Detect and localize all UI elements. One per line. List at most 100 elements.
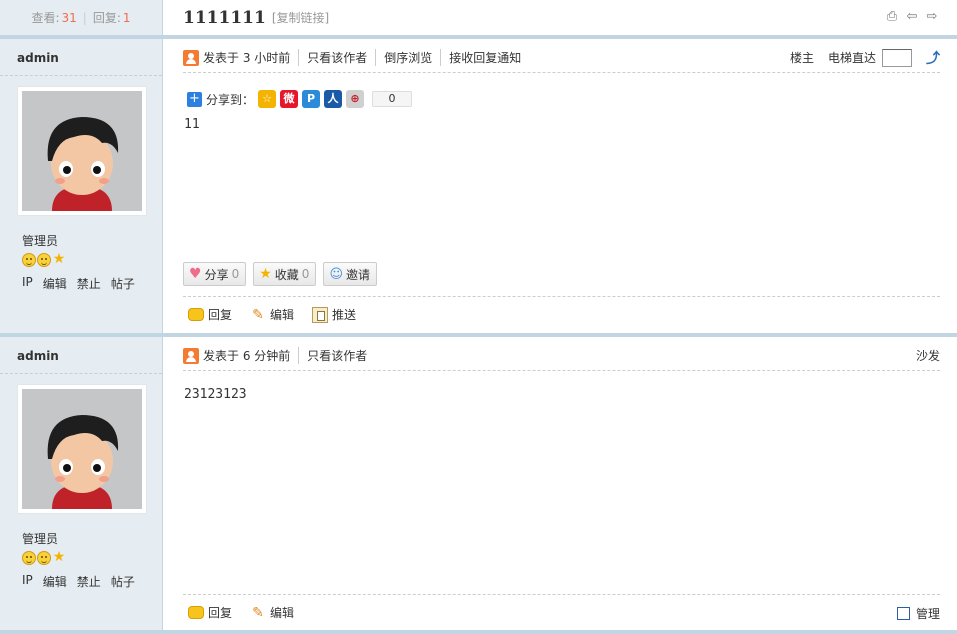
favorite-button[interactable]: ★ 收藏 0 bbox=[253, 262, 317, 286]
thread-stats: 查看: 31 | 回复: 1 bbox=[0, 0, 163, 35]
ip-link[interactable]: IP bbox=[22, 573, 33, 590]
manage-checkbox[interactable]: 管理 bbox=[896, 605, 940, 622]
ban-link[interactable]: 禁止 bbox=[77, 275, 101, 292]
renren-icon[interactable]: 人 bbox=[324, 90, 343, 108]
heart-icon: ♥ bbox=[189, 266, 202, 282]
jump-input[interactable] bbox=[882, 48, 912, 67]
share-button-label: 分享 bbox=[204, 267, 229, 282]
posts-link[interactable]: 帖子 bbox=[111, 573, 135, 590]
poster-icon bbox=[183, 49, 199, 66]
star-icon: ★ bbox=[52, 251, 66, 267]
only-author-link[interactable]: 只看该作者 bbox=[298, 49, 375, 66]
edit-button[interactable]: ✎ 编辑 bbox=[250, 306, 294, 323]
avatar[interactable] bbox=[17, 384, 147, 514]
share-count: 0 bbox=[372, 91, 413, 107]
share-more-icon[interactable]: ⊕ bbox=[346, 90, 365, 108]
push-button[interactable]: 推送 bbox=[312, 306, 356, 323]
checkbox-icon[interactable] bbox=[896, 607, 910, 620]
edit-button[interactable]: ✎ 编辑 bbox=[250, 604, 294, 621]
floor-label: 楼主 bbox=[789, 51, 814, 65]
smile-icon bbox=[37, 253, 51, 267]
share-bar: + 分享到： ☆ 微 P 人 ⊕ 0 bbox=[187, 90, 413, 108]
smile-icon bbox=[22, 551, 36, 565]
post-time: 发表于 6 分钟前 bbox=[203, 349, 291, 363]
author-panel: admin 管理员 ★ IP 编辑 禁止 帖子 bbox=[0, 337, 163, 634]
divider-band bbox=[0, 630, 957, 634]
reverse-order-link[interactable]: 倒序浏览 bbox=[375, 49, 440, 66]
share-button[interactable]: ♥ 分享 0 bbox=[183, 262, 247, 286]
post-footer-divider bbox=[183, 594, 940, 595]
replies-count: 1 bbox=[122, 10, 131, 25]
post-footer-divider bbox=[183, 296, 940, 297]
edit-user-link[interactable]: 编辑 bbox=[43, 573, 67, 590]
escalator-icon[interactable]: ⤴ bbox=[926, 48, 940, 68]
post-content: 23123123 bbox=[184, 387, 247, 402]
reply-button[interactable]: 回复 bbox=[188, 604, 232, 621]
post-buttons: ♥ 分享 0 ★ 收藏 0 ☺ 邀请 bbox=[183, 262, 378, 286]
views-label: 查看: bbox=[31, 11, 60, 25]
user-rank: ★ bbox=[22, 251, 66, 267]
smile-icon bbox=[37, 551, 51, 565]
smile-icon bbox=[22, 253, 36, 267]
reply-button[interactable]: 回复 bbox=[188, 306, 232, 323]
favorite-button-count: 0 bbox=[301, 267, 310, 281]
manage-label: 管理 bbox=[915, 607, 940, 621]
replies-label: 回复: bbox=[92, 11, 121, 25]
jump-label: 电梯直达 bbox=[827, 51, 876, 65]
reply-icon bbox=[188, 606, 204, 619]
thread-title-bar: 1111111 [复制链接] ⎙ ⇦ ⇨ bbox=[163, 0, 957, 35]
edit-label: 编辑 bbox=[270, 606, 295, 620]
only-author-link[interactable]: 只看该作者 bbox=[298, 347, 375, 364]
next-thread-icon[interactable]: ⇨ bbox=[925, 10, 939, 24]
user-role: 管理员 bbox=[22, 234, 59, 248]
posts-link[interactable]: 帖子 bbox=[111, 275, 135, 292]
reply-label: 回复 bbox=[208, 606, 233, 620]
avatar-image bbox=[22, 91, 142, 211]
author-panel: admin 管理员 ★ IP 编辑 禁止 帖子 bbox=[0, 39, 163, 333]
author-name[interactable]: admin bbox=[17, 51, 59, 65]
author-name[interactable]: admin bbox=[17, 349, 59, 363]
thread-tools: ⎙ ⇦ ⇨ bbox=[885, 10, 939, 24]
floor-label: 沙发 bbox=[915, 349, 940, 363]
user-role: 管理员 bbox=[22, 532, 59, 546]
copy-link[interactable]: [复制链接] bbox=[272, 9, 329, 26]
ip-link[interactable]: IP bbox=[22, 275, 33, 292]
qzone-icon[interactable]: ☆ bbox=[258, 90, 277, 108]
avatar-image bbox=[22, 389, 142, 509]
ban-link[interactable]: 禁止 bbox=[77, 573, 101, 590]
admin-links: IP 编辑 禁止 帖子 bbox=[22, 573, 135, 590]
edit-label: 编辑 bbox=[270, 308, 295, 322]
post-header-right: 沙发 bbox=[916, 347, 940, 364]
post-actions: 回复 ✎ 编辑 推送 bbox=[188, 306, 356, 323]
post-actions: 回复 ✎ 编辑 bbox=[188, 604, 294, 621]
poster-icon bbox=[183, 347, 199, 364]
post-time: 发表于 3 小时前 bbox=[203, 51, 291, 65]
share-label: 分享到： bbox=[206, 92, 255, 107]
share-plus-icon[interactable]: + bbox=[187, 91, 202, 107]
people-icon: ☺ bbox=[329, 266, 343, 282]
post-content: 11 bbox=[184, 117, 200, 132]
invite-button-label: 邀请 bbox=[346, 267, 371, 282]
author-divider bbox=[0, 75, 162, 76]
avatar[interactable] bbox=[17, 86, 147, 216]
post-header-right: 楼主 电梯直达 ⤴ bbox=[790, 48, 940, 68]
weibo-icon[interactable]: 微 bbox=[280, 90, 299, 108]
post-header: 发表于 3 小时前 只看该作者 倒序浏览 接收回复通知 楼主 电梯直达 ⤴ bbox=[183, 43, 940, 73]
print-icon[interactable]: ⎙ bbox=[885, 10, 899, 24]
user-rank: ★ bbox=[22, 549, 66, 565]
views-count: 31 bbox=[61, 10, 77, 25]
invite-button[interactable]: ☺ 邀请 bbox=[323, 262, 378, 286]
pengyou-icon[interactable]: P bbox=[302, 90, 321, 108]
thread-title: 1111111 bbox=[183, 7, 266, 28]
thread-view: 查看: 31 | 回复: 1 1111111 [复制链接] ⎙ ⇦ ⇨ admi… bbox=[0, 0, 957, 634]
star-icon: ★ bbox=[52, 549, 66, 565]
author-divider bbox=[0, 373, 162, 374]
notify-link[interactable]: 接收回复通知 bbox=[440, 49, 529, 66]
stats-divider: | bbox=[82, 10, 87, 25]
admin-links: IP 编辑 禁止 帖子 bbox=[22, 275, 135, 292]
edit-user-link[interactable]: 编辑 bbox=[43, 275, 67, 292]
pencil-icon: ✎ bbox=[252, 306, 264, 323]
favorite-button-label: 收藏 bbox=[274, 267, 299, 282]
prev-thread-icon[interactable]: ⇦ bbox=[905, 10, 919, 24]
post-body: 发表于 6 分钟前 只看该作者 沙发 bbox=[163, 337, 957, 634]
